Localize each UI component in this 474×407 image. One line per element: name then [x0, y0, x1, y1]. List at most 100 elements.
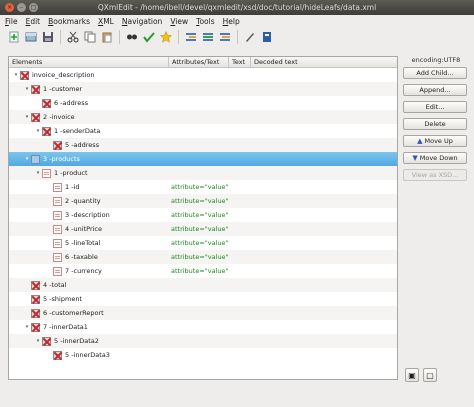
tree-row[interactable]: 6 -address [9, 96, 397, 110]
tree-node: ▾ 1 -product [35, 168, 88, 178]
open-icon[interactable] [23, 29, 39, 45]
tree-row[interactable]: ▾ invoice_description [9, 68, 397, 82]
node-label: 6 -address [54, 99, 89, 107]
expander-icon[interactable]: ▾ [35, 338, 41, 344]
view-as-xsd-button[interactable]: View as XSD... [403, 169, 467, 181]
tree-row[interactable]: 5 -lineTotal attribute="value" [9, 236, 397, 250]
node-label: 6 -customerReport [43, 309, 104, 317]
toolbar-separator [60, 30, 61, 44]
tree-row[interactable]: ▾ 1 -product [9, 166, 397, 180]
element-icon [31, 84, 40, 94]
element-icon [53, 140, 62, 150]
node-label: 5 -shipment [43, 295, 82, 303]
bookmark-star-icon[interactable] [158, 29, 174, 45]
tree-row[interactable]: 4 -total [9, 278, 397, 292]
tree-row[interactable]: ▾ 2 -invoice [9, 110, 397, 124]
new-icon[interactable] [6, 29, 22, 45]
expander-icon[interactable]: ▾ [24, 324, 30, 330]
paste-icon[interactable] [99, 29, 115, 45]
expander-icon[interactable]: ▾ [24, 114, 30, 120]
menu-help[interactable]: Help [223, 17, 240, 26]
add-child-label: Add Child... [416, 69, 454, 77]
save-icon[interactable] [40, 29, 56, 45]
delete-button[interactable]: Delete [403, 118, 467, 130]
node-label: 1 -customer [43, 85, 83, 93]
tree-node: 4 -total [24, 280, 66, 290]
help-icon[interactable] [259, 29, 275, 45]
node-label: 3 -description [65, 211, 110, 219]
tree-row[interactable]: 7 -currency attribute="value" [9, 264, 397, 278]
menu-tools[interactable]: Tools [196, 17, 214, 26]
tree-row[interactable]: 1 -id attribute="value" [9, 180, 397, 194]
menu-edit[interactable]: Edit [26, 17, 41, 26]
maximize-window-button[interactable]: □ [29, 3, 38, 12]
add-child-button[interactable]: Add Child... [403, 67, 467, 79]
tree-row[interactable]: ▾ 1 -senderData [9, 124, 397, 138]
expander-icon[interactable]: ▾ [35, 128, 41, 134]
toolbar-separator [178, 30, 179, 44]
column-elements[interactable]: Elements [9, 57, 169, 67]
expander-icon[interactable]: ▾ [24, 156, 30, 162]
menu-navigation[interactable]: Navigation [122, 17, 162, 26]
tree-node: 3 -description [46, 210, 110, 220]
expander-icon[interactable]: ▾ [35, 170, 41, 176]
element-icon [42, 98, 51, 108]
tree-node: 5 -lineTotal [46, 238, 100, 248]
edit-button[interactable]: Edit... [403, 101, 467, 113]
tree-row[interactable]: 2 -quantity attribute="value" [9, 194, 397, 208]
tree-row[interactable]: 5 -shipment [9, 292, 397, 306]
tree-row[interactable]: 5 -innerData3 [9, 348, 397, 362]
validate-icon[interactable] [141, 29, 157, 45]
tree-row[interactable]: 6 -customerReport [9, 306, 397, 320]
encoding-label: encoding:UTF8 [411, 56, 461, 64]
tree-row[interactable]: ▾ 1 -customer [9, 82, 397, 96]
copy-icon[interactable] [82, 29, 98, 45]
move-up-label: Move Up [424, 137, 453, 145]
note-icon[interactable]: ▢ [423, 368, 437, 382]
tree-row[interactable]: 5 -address [9, 138, 397, 152]
tree-row[interactable]: ▾ 3 -products [9, 152, 397, 166]
attribute-text: attribute="value" [171, 253, 229, 261]
document-icon [53, 182, 62, 192]
find-icon[interactable] [124, 29, 140, 45]
remove-icon[interactable] [217, 29, 233, 45]
window-title: QXmlEdit - /home/ibell/devel/qxmledit/xs… [97, 3, 377, 12]
menu-view[interactable]: View [170, 17, 188, 26]
tree-row[interactable]: ▾ 7 -innerData1 [9, 320, 397, 334]
tree-row[interactable]: 3 -description attribute="value" [9, 208, 397, 222]
minimize-window-button[interactable]: – [17, 3, 26, 12]
element-icon [31, 294, 40, 304]
menu-bookmarks[interactable]: Bookmarks [48, 17, 90, 26]
menu-xml[interactable]: XML [98, 17, 114, 26]
element-icon [31, 308, 40, 318]
tree-node: 5 -innerData3 [46, 350, 110, 360]
tree-node: 5 -address [46, 140, 99, 150]
tree-node: 1 -id [46, 182, 79, 192]
image-icon[interactable]: ▣ [405, 368, 419, 382]
xml-tree[interactable]: Elements Attributes/Text Text Decoded te… [8, 56, 398, 380]
column-text[interactable]: Text [229, 57, 251, 67]
menu-file[interactable]: File [5, 17, 18, 26]
element-icon [42, 126, 51, 136]
move-up-button[interactable]: ▲ Move Up [403, 135, 467, 147]
node-label: 6 -taxable [65, 253, 98, 261]
tree-node: ▾ 5 -innerData2 [35, 336, 99, 346]
add-icon[interactable] [200, 29, 216, 45]
expander-icon[interactable]: ▾ [13, 72, 19, 78]
indent-icon[interactable] [183, 29, 199, 45]
column-attributes-text[interactable]: Attributes/Text [169, 57, 229, 67]
pen-icon[interactable] [242, 29, 258, 45]
toolbar-separator [119, 30, 120, 44]
close-window-button[interactable]: × [5, 3, 14, 12]
cut-icon[interactable] [65, 29, 81, 45]
append-button[interactable]: Append... [403, 84, 467, 96]
expander-icon[interactable]: ▾ [24, 86, 30, 92]
tree-header: Elements Attributes/Text Text Decoded te… [9, 57, 397, 68]
move-down-button[interactable]: ▼ Move Down [403, 152, 467, 164]
column-decoded-text[interactable]: Decoded text [251, 57, 397, 67]
node-label: 4 -unitPrice [65, 225, 102, 233]
tree-row[interactable]: 4 -unitPrice attribute="value" [9, 222, 397, 236]
tree-row[interactable]: 6 -taxable attribute="value" [9, 250, 397, 264]
node-label: 7 -innerData1 [43, 323, 88, 331]
tree-row[interactable]: ▾ 5 -innerData2 [9, 334, 397, 348]
